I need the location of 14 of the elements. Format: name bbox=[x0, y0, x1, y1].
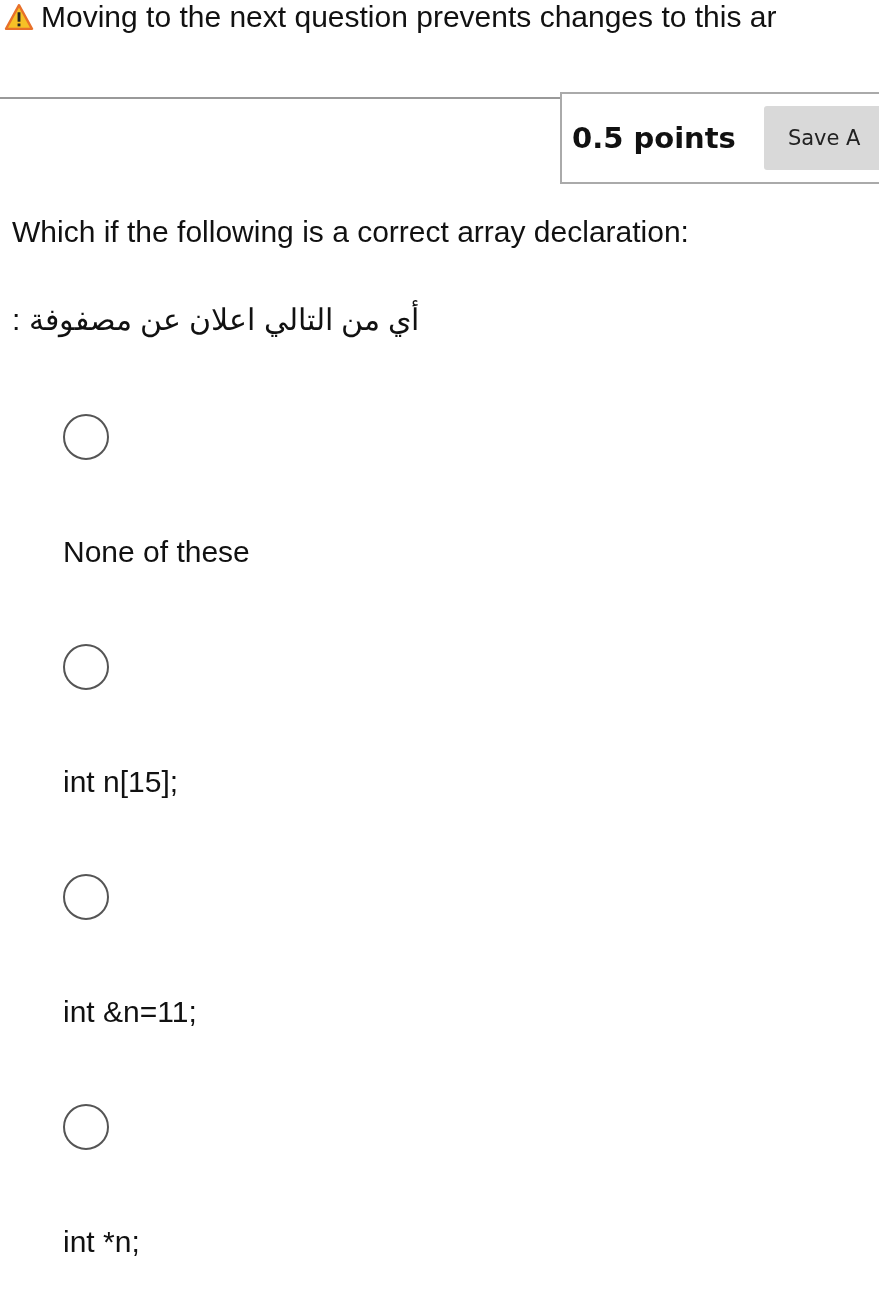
radio-button[interactable] bbox=[63, 874, 109, 920]
option-label: int n[15]; bbox=[63, 764, 179, 800]
option-label: int &n=11; bbox=[63, 994, 197, 1030]
radio-button[interactable] bbox=[63, 1104, 109, 1150]
save-answer-button[interactable]: Save A bbox=[763, 106, 879, 170]
radio-button[interactable] bbox=[63, 644, 109, 690]
option-label: None of these bbox=[63, 534, 250, 570]
option-label: int *n; bbox=[63, 1224, 140, 1260]
warning-text: Moving to the next question prevents changes to this ar bbox=[41, 0, 777, 34]
question-text-arabic: أي من التالي اعلان عن مصفوفة : bbox=[12, 300, 420, 340]
points-label: 0.5 points bbox=[572, 121, 736, 155]
warning-icon bbox=[3, 4, 35, 30]
radio-button[interactable] bbox=[63, 414, 109, 460]
question-text: Which if the following is a correct array declaration: bbox=[12, 214, 690, 250]
